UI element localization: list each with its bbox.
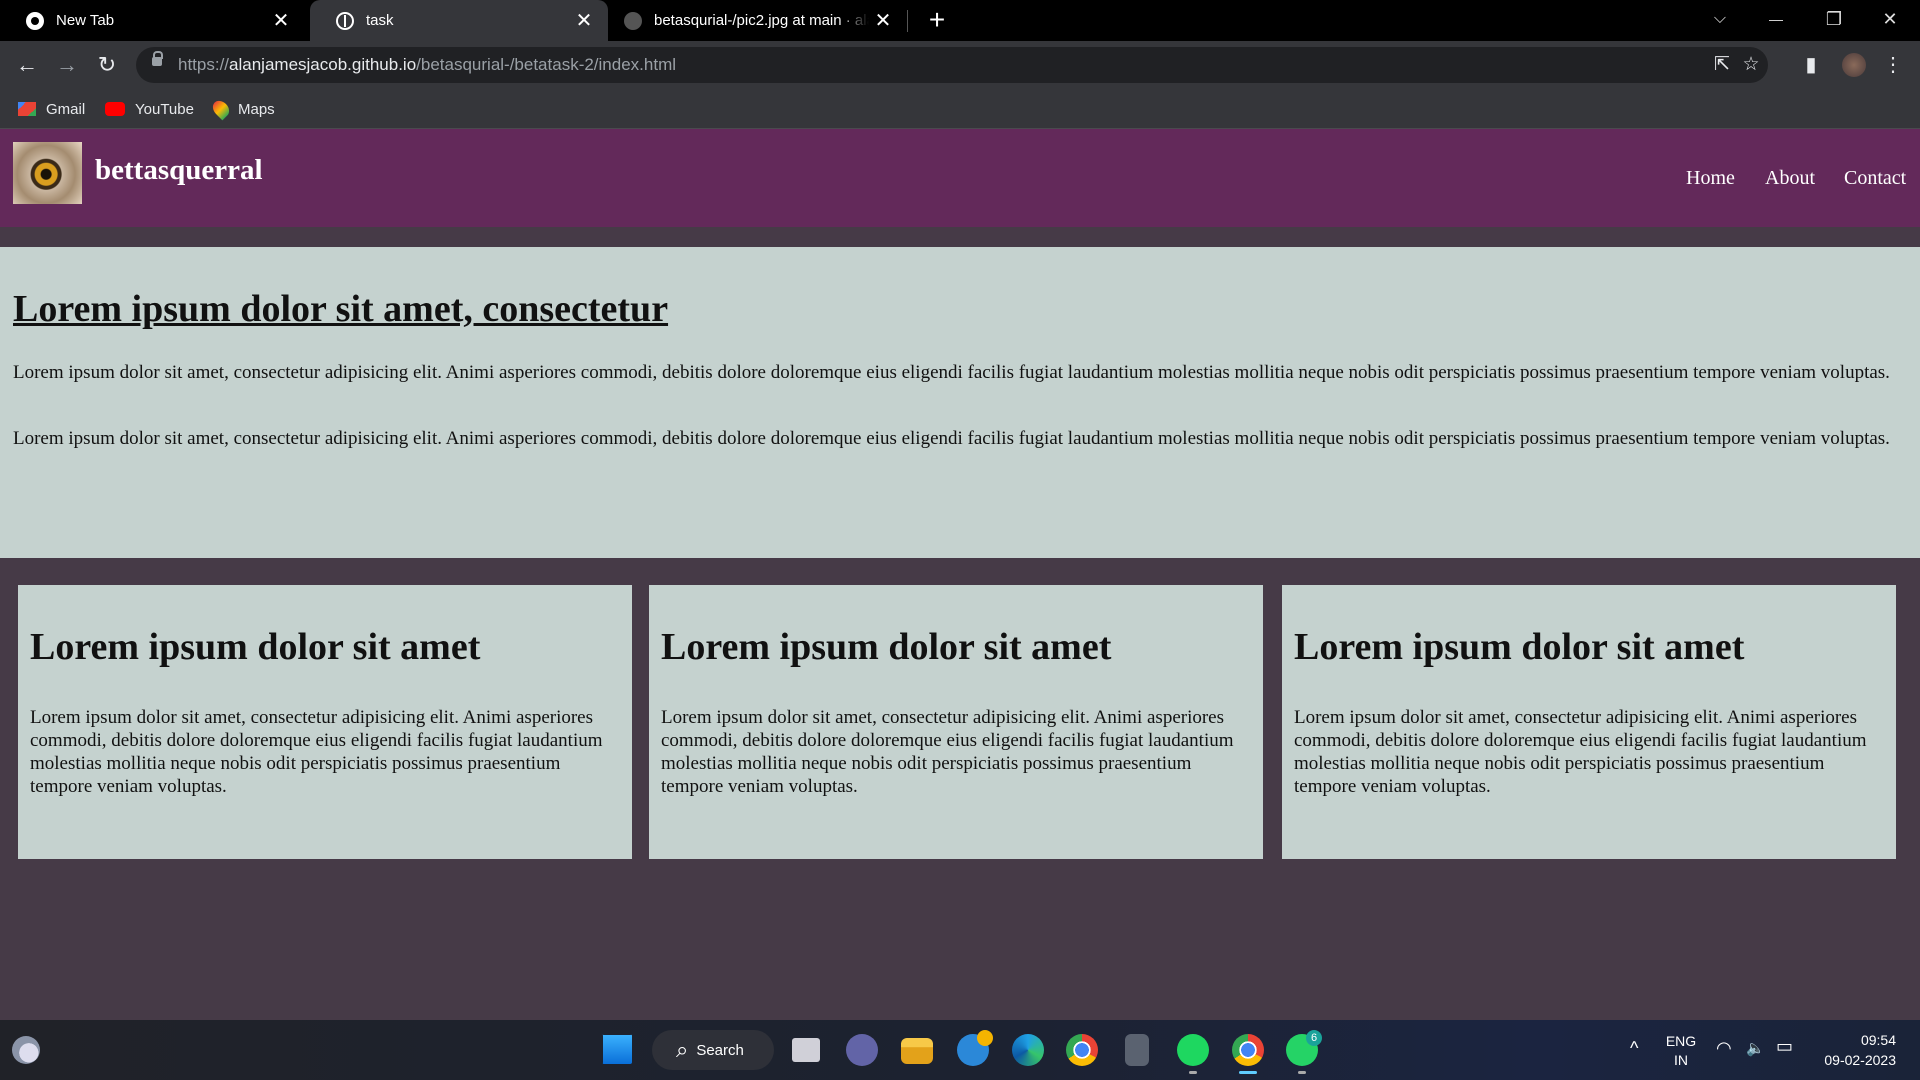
- search-icon: ⌕: [676, 1037, 689, 1062]
- nav-about-link[interactable]: About: [1765, 167, 1815, 190]
- gmail-icon: [18, 102, 36, 116]
- back-button[interactable]: ←: [12, 50, 42, 80]
- windows-taskbar: ⌕ Search 6 ^ ENG IN ◠ 🔈 ▭ 09:54 09-02-20…: [0, 1020, 1920, 1080]
- url-text[interactable]: https://alanjamesjacob.github.io/betasqu…: [178, 55, 676, 75]
- start-icon[interactable]: [602, 1034, 632, 1064]
- taskbar-search[interactable]: ⌕ Search: [652, 1030, 774, 1070]
- card-heading: Lorem ipsum dolor sit amet: [1294, 626, 1745, 668]
- minimize-button[interactable]: —: [1748, 0, 1804, 41]
- hero-heading: Lorem ipsum dolor sit amet, consectetur: [13, 288, 669, 330]
- tab-github[interactable]: betasqurial-/pic2.jpg at main · alanjame…: [612, 0, 907, 41]
- tab-title: task: [366, 12, 394, 29]
- clock-time: 09:54: [1860, 1032, 1896, 1048]
- nav-contact-link[interactable]: Contact: [1844, 167, 1906, 190]
- youtube-icon: [105, 102, 125, 116]
- bookmark-star-icon[interactable]: ☆: [1739, 53, 1763, 77]
- whatsapp-badge: 6: [1306, 1030, 1322, 1046]
- search-label: Search: [696, 1041, 744, 1059]
- nav-home-link[interactable]: Home: [1686, 167, 1735, 190]
- menu-icon[interactable]: ⋮: [1878, 50, 1908, 80]
- notification-dot: [977, 1030, 993, 1046]
- spotify-icon[interactable]: [1177, 1034, 1209, 1066]
- address-bar[interactable]: https://alanjamesjacob.github.io/betasqu…: [136, 47, 1768, 83]
- weather-icon[interactable]: [12, 1036, 40, 1064]
- site-header: bettasquerral Home About Contact: [0, 129, 1920, 227]
- bookmark-label: YouTube: [135, 100, 194, 118]
- card: Lorem ipsum dolor sit amet Lorem ipsum d…: [18, 585, 632, 859]
- close-icon[interactable]: ✕: [267, 8, 295, 33]
- running-indicator: [1298, 1071, 1306, 1074]
- hero-paragraph: Lorem ipsum dolor sit amet, consectetur …: [13, 428, 1890, 449]
- close-window-button[interactable]: ✕: [1862, 0, 1918, 41]
- bookmarks-bar: Gmail YouTube Maps: [0, 89, 1920, 129]
- calculator-icon[interactable]: [1125, 1034, 1149, 1066]
- bookmark-maps[interactable]: Maps: [209, 97, 275, 121]
- clock-date: 09-02-2023: [1824, 1052, 1896, 1068]
- clock[interactable]: 09:54 09-02-2023: [1810, 1030, 1896, 1070]
- edge-icon[interactable]: [1012, 1034, 1044, 1066]
- logo-eye-image: [13, 142, 82, 204]
- card-text: Lorem ipsum dolor sit amet, consectetur …: [30, 707, 603, 797]
- close-icon[interactable]: ✕: [869, 8, 897, 33]
- chrome-profile-icon[interactable]: [1232, 1034, 1264, 1066]
- card: Lorem ipsum dolor sit amet Lorem ipsum d…: [1282, 585, 1896, 859]
- tab-new-tab[interactable]: New Tab ✕: [0, 0, 305, 41]
- task-view-icon[interactable]: [792, 1038, 820, 1062]
- tab-title: betasqurial-/pic2.jpg at main · alanjame…: [654, 12, 869, 29]
- chrome-icon[interactable]: [1066, 1034, 1098, 1066]
- language-line1: ENG: [1665, 1033, 1697, 1049]
- language-line2: IN: [1674, 1052, 1688, 1068]
- tab-task[interactable]: task ✕: [310, 0, 608, 41]
- site-brand[interactable]: bettasquerral: [95, 154, 263, 187]
- card-heading: Lorem ipsum dolor sit amet: [661, 626, 1112, 668]
- card-text: Lorem ipsum dolor sit amet, consectetur …: [1294, 707, 1867, 797]
- teams-chat-icon[interactable]: [846, 1034, 878, 1066]
- github-icon: [624, 11, 642, 30]
- hero-paragraph: Lorem ipsum dolor sit amet, consectetur …: [13, 362, 1890, 383]
- chrome-icon: [26, 11, 44, 30]
- globe-icon: [336, 11, 354, 30]
- folder-icon[interactable]: [901, 1038, 933, 1064]
- active-indicator: [1239, 1071, 1257, 1074]
- card: Lorem ipsum dolor sit amet Lorem ipsum d…: [649, 585, 1263, 859]
- close-icon[interactable]: ✕: [570, 8, 598, 33]
- maps-icon: [209, 97, 233, 121]
- bookmark-gmail[interactable]: Gmail: [18, 98, 85, 120]
- tab-search-button[interactable]: ⌵: [1692, 0, 1748, 41]
- hero-section: Lorem ipsum dolor sit amet, consectetur …: [0, 247, 1920, 558]
- card-text: Lorem ipsum dolor sit amet, consectetur …: [661, 707, 1234, 797]
- forward-button[interactable]: →: [52, 50, 82, 80]
- bookmark-youtube[interactable]: YouTube: [105, 98, 194, 120]
- battery-icon[interactable]: ▭: [1776, 1036, 1793, 1057]
- card-heading: Lorem ipsum dolor sit amet: [30, 626, 481, 668]
- profile-avatar[interactable]: [1839, 50, 1869, 80]
- side-panel-icon[interactable]: ▮: [1796, 50, 1826, 80]
- share-icon[interactable]: ⇱: [1710, 53, 1734, 77]
- reload-button[interactable]: ↻: [92, 50, 122, 80]
- running-indicator: [1189, 1071, 1197, 1074]
- web-page: bettasquerral Home About Contact Lorem i…: [0, 129, 1920, 1020]
- show-hidden-icons[interactable]: ^: [1630, 1038, 1638, 1059]
- restore-button[interactable]: ❐: [1806, 0, 1862, 41]
- lock-icon: [152, 51, 163, 66]
- bookmark-label: Gmail: [46, 100, 86, 118]
- wifi-icon[interactable]: ◠: [1716, 1038, 1732, 1059]
- new-tab-button[interactable]: +: [922, 5, 952, 35]
- tab-title: New Tab: [56, 12, 115, 29]
- tab-divider: [907, 10, 908, 32]
- bookmark-label: Maps: [238, 100, 275, 118]
- language-indicator[interactable]: ENG IN: [1660, 1032, 1702, 1070]
- browser-toolbar: ← → ↻ https://alanjamesjacob.github.io/b…: [0, 41, 1920, 89]
- tab-strip: New Tab ✕ task ✕ betasqurial-/pic2.jpg a…: [0, 0, 1920, 41]
- volume-icon[interactable]: 🔈: [1746, 1039, 1765, 1057]
